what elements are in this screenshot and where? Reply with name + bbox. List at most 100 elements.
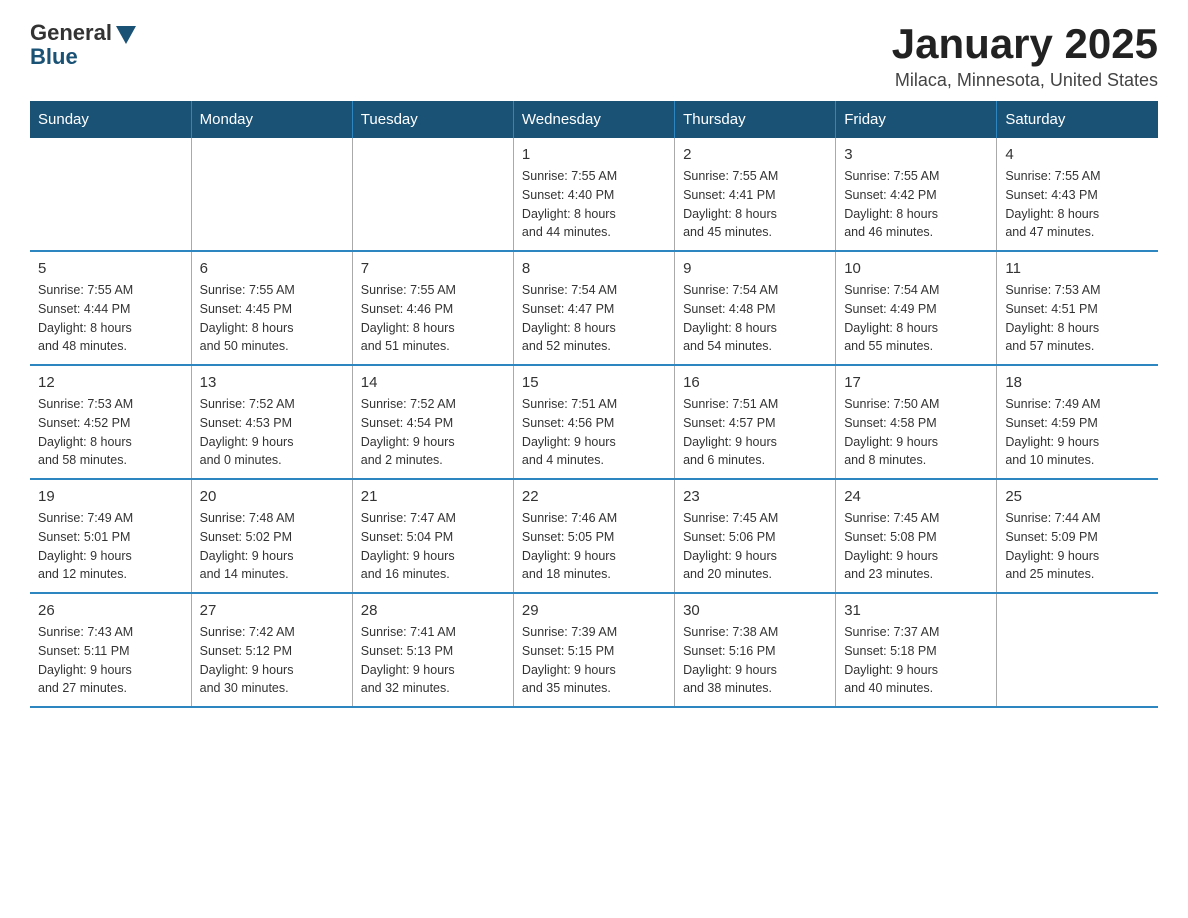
calendar-table: SundayMondayTuesdayWednesdayThursdayFrid… <box>30 101 1158 708</box>
calendar-cell: 17Sunrise: 7:50 AMSunset: 4:58 PMDayligh… <box>836 365 997 479</box>
calendar-cell: 28Sunrise: 7:41 AMSunset: 5:13 PMDayligh… <box>352 593 513 707</box>
calendar-cell <box>191 138 352 251</box>
day-info: Sunrise: 7:55 AMSunset: 4:44 PMDaylight:… <box>38 281 183 356</box>
day-number: 4 <box>1005 146 1150 163</box>
day-info: Sunrise: 7:55 AMSunset: 4:45 PMDaylight:… <box>200 281 344 356</box>
calendar-cell: 5 Sunrise: 7:55 AMSunset: 4:44 PMDaylight… <box>30 251 191 365</box>
day-info: Sunrise: 7:52 AMSunset: 4:54 PMDaylight:… <box>361 395 505 470</box>
day-number: 27 <box>200 602 344 619</box>
day-number: 30 <box>683 602 827 619</box>
calendar-cell: 31Sunrise: 7:37 AMSunset: 5:18 PMDayligh… <box>836 593 997 707</box>
calendar-cell: 15 Sunrise: 7:51 AMSunset: 4:56 PMDayligh… <box>513 365 674 479</box>
calendar-cell: 22Sunrise: 7:46 AMSunset: 5:05 PMDayligh… <box>513 479 674 593</box>
day-info: Sunrise: 7:55 AMSunset: 4:46 PMDaylight:… <box>361 281 505 356</box>
day-number: 21 <box>361 488 505 505</box>
calendar-cell: 18Sunrise: 7:49 AMSunset: 4:59 PMDayligh… <box>997 365 1158 479</box>
calendar-week-row: 1Sunrise: 7:55 AMSunset: 4:40 PMDaylight… <box>30 138 1158 251</box>
day-number: 25 <box>1005 488 1150 505</box>
day-info: Sunrise: 7:41 AMSunset: 5:13 PMDaylight:… <box>361 623 505 698</box>
day-info: Sunrise: 7:51 AMSunset: 4:57 PMDaylight:… <box>683 395 827 470</box>
weekday-header-saturday: Saturday <box>997 101 1158 138</box>
calendar-cell: 12 Sunrise: 7:53 AMSunset: 4:52 PMDayligh… <box>30 365 191 479</box>
weekday-header-friday: Friday <box>836 101 997 138</box>
day-number: 7 <box>361 260 505 277</box>
calendar-cell: 9 Sunrise: 7:54 AMSunset: 4:48 PMDaylight… <box>675 251 836 365</box>
calendar-cell: 4 Sunrise: 7:55 AMSunset: 4:43 PMDaylight… <box>997 138 1158 251</box>
day-number: 8 <box>522 260 666 277</box>
day-info: Sunrise: 7:49 AMSunset: 5:01 PMDaylight:… <box>38 509 183 584</box>
day-info: Sunrise: 7:54 AMSunset: 4:48 PMDaylight:… <box>683 281 827 356</box>
calendar-cell: 8Sunrise: 7:54 AMSunset: 4:47 PMDaylight… <box>513 251 674 365</box>
weekday-header-monday: Monday <box>191 101 352 138</box>
day-info: Sunrise: 7:39 AMSunset: 5:15 PMDaylight:… <box>522 623 666 698</box>
day-number: 14 <box>361 374 505 391</box>
day-number: 6 <box>200 260 344 277</box>
day-number: 23 <box>683 488 827 505</box>
logo: General Blue <box>30 20 136 70</box>
calendar-cell: 3Sunrise: 7:55 AMSunset: 4:42 PMDaylight… <box>836 138 997 251</box>
day-info: Sunrise: 7:46 AMSunset: 5:05 PMDaylight:… <box>522 509 666 584</box>
weekday-header-wednesday: Wednesday <box>513 101 674 138</box>
day-info: Sunrise: 7:37 AMSunset: 5:18 PMDaylight:… <box>844 623 988 698</box>
day-number: 29 <box>522 602 666 619</box>
weekday-header-sunday: Sunday <box>30 101 191 138</box>
day-info: Sunrise: 7:55 AMSunset: 4:41 PMDaylight:… <box>683 167 827 242</box>
calendar-cell: 27 Sunrise: 7:42 AMSunset: 5:12 PMDayligh… <box>191 593 352 707</box>
day-info: Sunrise: 7:42 AMSunset: 5:12 PMDaylight:… <box>200 623 344 698</box>
calendar-week-row: 5 Sunrise: 7:55 AMSunset: 4:44 PMDaylight… <box>30 251 1158 365</box>
page-header: General Blue January 2025 Milaca, Minnes… <box>30 20 1158 91</box>
day-number: 2 <box>683 146 827 163</box>
day-info: Sunrise: 7:55 AMSunset: 4:43 PMDaylight:… <box>1005 167 1150 242</box>
calendar-cell: 14 Sunrise: 7:52 AMSunset: 4:54 PMDayligh… <box>352 365 513 479</box>
day-number: 19 <box>38 488 183 505</box>
logo-general-text: General <box>30 20 112 46</box>
calendar-cell: 26Sunrise: 7:43 AMSunset: 5:11 PMDayligh… <box>30 593 191 707</box>
calendar-week-row: 26Sunrise: 7:43 AMSunset: 5:11 PMDayligh… <box>30 593 1158 707</box>
logo-blue-text: Blue <box>30 44 78 70</box>
calendar-cell: 13 Sunrise: 7:52 AMSunset: 4:53 PMDayligh… <box>191 365 352 479</box>
day-number: 20 <box>200 488 344 505</box>
calendar-week-row: 12 Sunrise: 7:53 AMSunset: 4:52 PMDayligh… <box>30 365 1158 479</box>
weekday-header-tuesday: Tuesday <box>352 101 513 138</box>
day-number: 17 <box>844 374 988 391</box>
month-title: January 2025 <box>892 20 1158 68</box>
calendar-week-row: 19 Sunrise: 7:49 AMSunset: 5:01 PMDayligh… <box>30 479 1158 593</box>
day-info: Sunrise: 7:47 AMSunset: 5:04 PMDaylight:… <box>361 509 505 584</box>
day-number: 16 <box>683 374 827 391</box>
day-info: Sunrise: 7:51 AMSunset: 4:56 PMDaylight:… <box>522 395 666 470</box>
calendar-cell: 19 Sunrise: 7:49 AMSunset: 5:01 PMDayligh… <box>30 479 191 593</box>
day-info: Sunrise: 7:48 AMSunset: 5:02 PMDaylight:… <box>200 509 344 584</box>
calendar-cell: 10 Sunrise: 7:54 AMSunset: 4:49 PMDayligh… <box>836 251 997 365</box>
calendar-cell: 2 Sunrise: 7:55 AMSunset: 4:41 PMDaylight… <box>675 138 836 251</box>
calendar-cell: 24 Sunrise: 7:45 AMSunset: 5:08 PMDayligh… <box>836 479 997 593</box>
weekday-header-row: SundayMondayTuesdayWednesdayThursdayFrid… <box>30 101 1158 138</box>
day-number: 5 <box>38 260 183 277</box>
calendar-cell: 7 Sunrise: 7:55 AMSunset: 4:46 PMDaylight… <box>352 251 513 365</box>
calendar-cell: 1Sunrise: 7:55 AMSunset: 4:40 PMDaylight… <box>513 138 674 251</box>
day-number: 10 <box>844 260 988 277</box>
day-number: 3 <box>844 146 988 163</box>
weekday-header-thursday: Thursday <box>675 101 836 138</box>
calendar-cell: 11Sunrise: 7:53 AMSunset: 4:51 PMDayligh… <box>997 251 1158 365</box>
calendar-cell: 16 Sunrise: 7:51 AMSunset: 4:57 PMDayligh… <box>675 365 836 479</box>
day-info: Sunrise: 7:53 AMSunset: 4:52 PMDaylight:… <box>38 395 183 470</box>
day-number: 15 <box>522 374 666 391</box>
day-number: 11 <box>1005 260 1150 277</box>
day-number: 24 <box>844 488 988 505</box>
calendar-cell: 29 Sunrise: 7:39 AMSunset: 5:15 PMDayligh… <box>513 593 674 707</box>
calendar-cell <box>352 138 513 251</box>
day-number: 12 <box>38 374 183 391</box>
day-number: 1 <box>522 146 666 163</box>
day-info: Sunrise: 7:45 AMSunset: 5:08 PMDaylight:… <box>844 509 988 584</box>
day-info: Sunrise: 7:52 AMSunset: 4:53 PMDaylight:… <box>200 395 344 470</box>
day-info: Sunrise: 7:54 AMSunset: 4:49 PMDaylight:… <box>844 281 988 356</box>
calendar-header: SundayMondayTuesdayWednesdayThursdayFrid… <box>30 101 1158 138</box>
calendar-cell <box>997 593 1158 707</box>
title-section: January 2025 Milaca, Minnesota, United S… <box>892 20 1158 91</box>
day-number: 13 <box>200 374 344 391</box>
day-number: 26 <box>38 602 183 619</box>
location-subtitle: Milaca, Minnesota, United States <box>892 70 1158 91</box>
day-number: 9 <box>683 260 827 277</box>
day-info: Sunrise: 7:45 AMSunset: 5:06 PMDaylight:… <box>683 509 827 584</box>
day-info: Sunrise: 7:44 AMSunset: 5:09 PMDaylight:… <box>1005 509 1150 584</box>
